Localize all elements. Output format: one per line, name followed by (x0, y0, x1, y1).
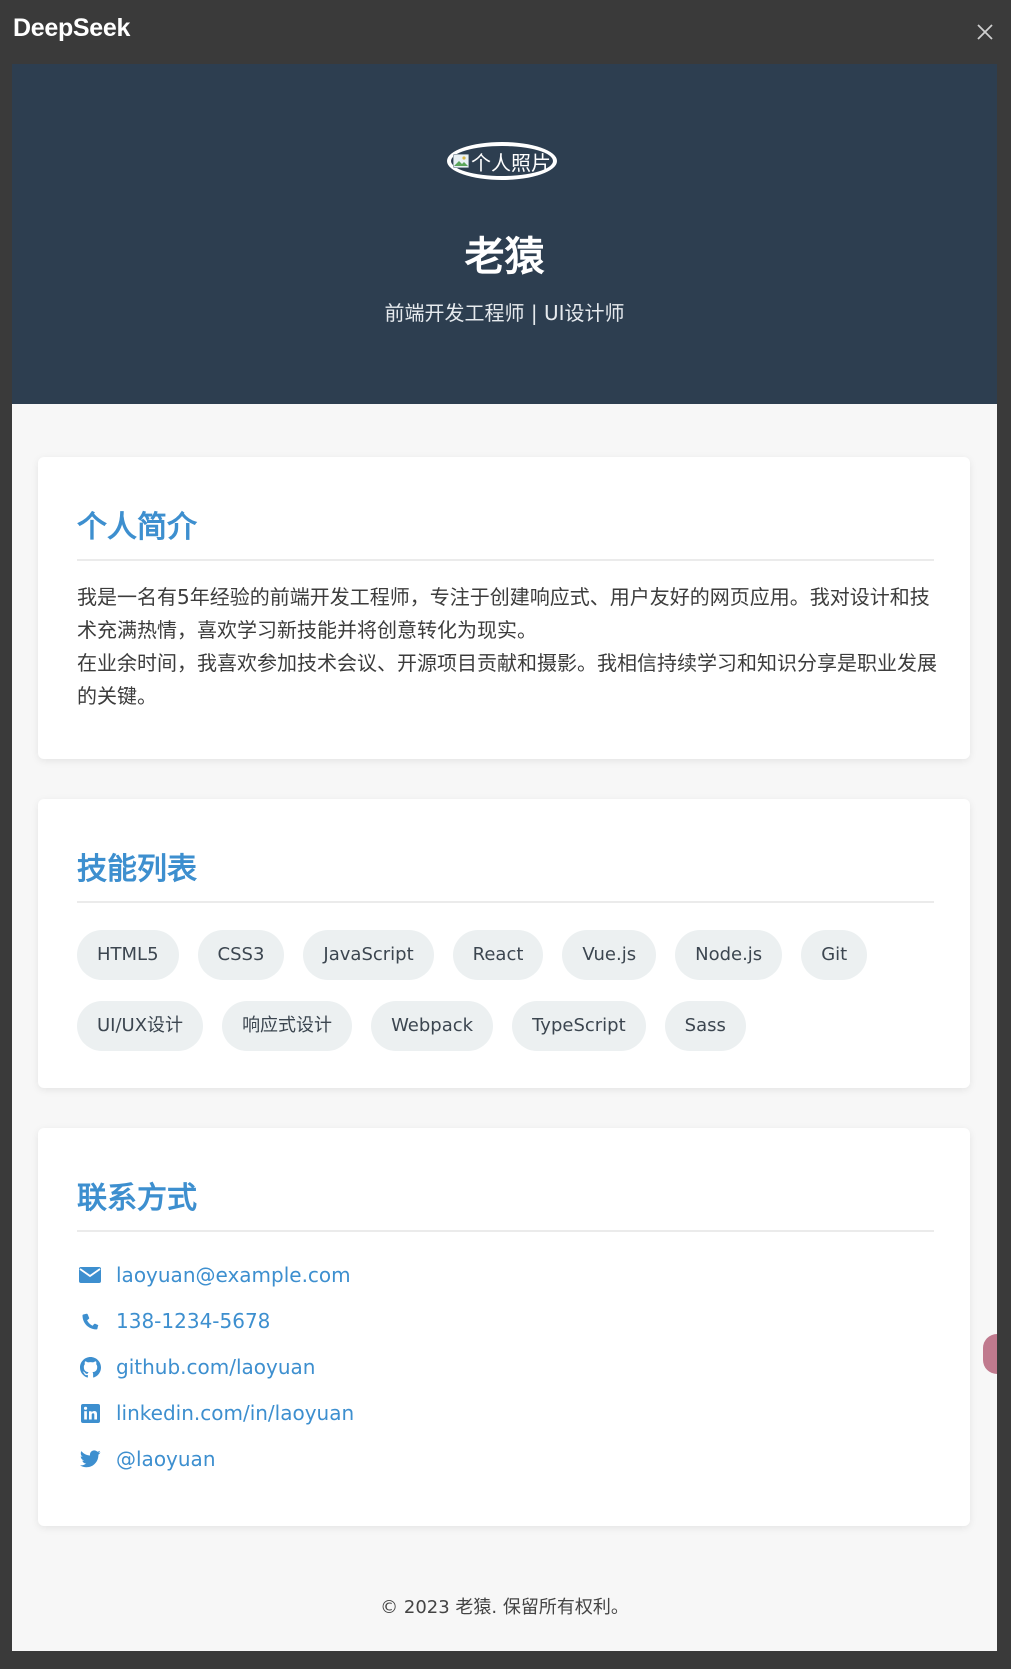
contact-item-phone: 138-1234-5678 (77, 1298, 917, 1344)
about-paragraph: 在业余时间，我喜欢参加技术会议、开源项目贡献和摄影。我相信持续学习和知识分享是职… (77, 651, 937, 708)
contact-item-email: laoyuan@example.com (77, 1252, 917, 1298)
skill-tag: HTML5 (77, 930, 179, 980)
linkedin-link[interactable]: linkedin.com/in/laoyuan (116, 1401, 354, 1425)
skills-card: 技能列表 HTML5 CSS3 JavaScript React Vue.js … (38, 799, 970, 1088)
github-link[interactable]: github.com/laoyuan (116, 1355, 315, 1379)
email-link[interactable]: laoyuan@example.com (116, 1263, 351, 1287)
skill-tag: Vue.js (562, 930, 657, 980)
skill-tag: Git (801, 930, 868, 980)
about-card: 个人简介 我是一名有5年经验的前端开发工程师，专注于创建响应式、用户友好的网页应… (38, 457, 970, 759)
contact-item-linkedin: linkedin.com/in/laoyuan (77, 1390, 917, 1436)
close-icon (977, 24, 993, 40)
profile-subtitle: 前端开发工程师 | UI设计师 (384, 301, 625, 325)
skill-tag: TypeScript (512, 1001, 646, 1051)
phone-icon (77, 1308, 103, 1334)
about-title: 个人简介 (77, 510, 197, 545)
github-icon (77, 1354, 103, 1380)
about-paragraph: 我是一名有5年经验的前端开发工程师，专注于创建响应式、用户友好的网页应用。我对设… (77, 585, 930, 642)
phone-link[interactable]: 138-1234-5678 (116, 1309, 270, 1333)
skill-tag: React (452, 930, 544, 980)
profile-name: 老猿 (464, 234, 545, 280)
skill-tag: Node.js (675, 930, 783, 980)
skill-tag: Webpack (371, 1001, 494, 1051)
floating-bubble[interactable] (983, 1334, 997, 1374)
skill-tag: UI/UX设计 (77, 1001, 204, 1051)
skills-row: UI/UX设计 响应式设计 Webpack TypeScript Sass (77, 1001, 746, 1051)
divider (77, 1230, 934, 1232)
avatar: 个人照片 (447, 142, 557, 180)
twitter-link[interactable]: @laoyuan (116, 1447, 216, 1471)
skill-tag: JavaScript (303, 930, 434, 980)
skill-tag: 响应式设计 (222, 1001, 353, 1051)
twitter-icon (77, 1446, 103, 1472)
divider (77, 901, 934, 903)
page-viewport[interactable]: 个人照片 老猿 前端开发工程师 | UI设计师 个人简介 我是一名有5年经验的前… (12, 64, 997, 1651)
envelope-icon (77, 1262, 103, 1288)
skill-tag: CSS3 (197, 930, 285, 980)
footer-copyright: © 2023 老猿. 保留所有权利。 (380, 1597, 629, 1618)
contact-item-twitter: @laoyuan (77, 1436, 917, 1482)
contact-item-github: github.com/laoyuan (77, 1344, 917, 1390)
skills-row: HTML5 CSS3 JavaScript React Vue.js Node.… (77, 930, 868, 980)
avatar-alt-text: 个人照片 (471, 150, 551, 175)
close-button[interactable] (971, 18, 999, 46)
about-text: 我是一名有5年经验的前端开发工程师，专注于创建响应式、用户友好的网页应用。我对设… (77, 581, 937, 713)
linkedin-icon (77, 1400, 103, 1426)
divider (77, 559, 934, 561)
contact-card: 联系方式 laoyuan@example.com 138-1234-5678 g… (38, 1128, 970, 1526)
broken-image-icon (453, 154, 469, 168)
app-title: DeepSeek (13, 14, 131, 42)
skills-title: 技能列表 (77, 852, 197, 887)
app-bar: DeepSeek (0, 0, 1011, 64)
hero-header: 个人照片 老猿 前端开发工程师 | UI设计师 (12, 64, 997, 404)
contact-list: laoyuan@example.com 138-1234-5678 github… (77, 1252, 917, 1482)
skill-tag: Sass (664, 1001, 746, 1051)
contact-title: 联系方式 (77, 1181, 197, 1216)
